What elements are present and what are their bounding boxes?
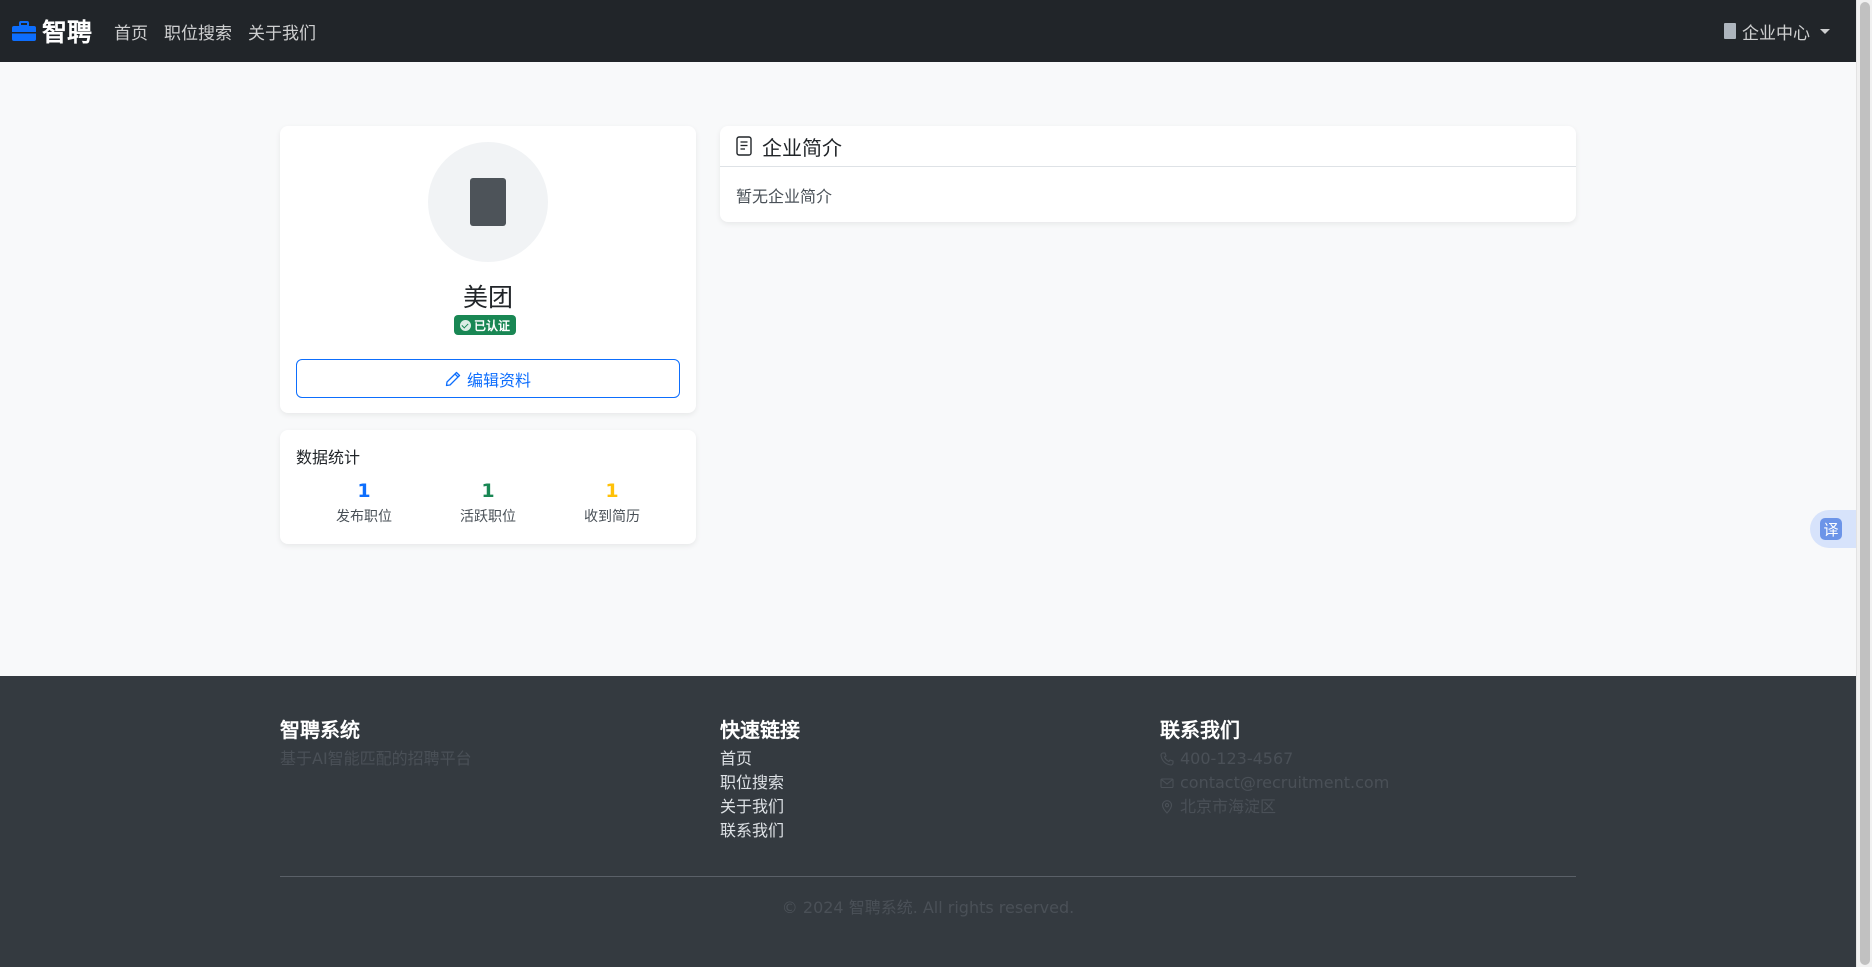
footer-link-job-search[interactable]: 职位搜索 (720, 771, 800, 795)
footer-email-text: contact@recruitment.com (1180, 773, 1390, 792)
footer-link-about[interactable]: 关于我们 (720, 795, 800, 819)
building-icon (470, 178, 506, 226)
footer-phone-text: 400-123-4567 (1180, 749, 1294, 768)
page-scrollbar[interactable] (1856, 0, 1872, 967)
nav-link-about[interactable]: 关于我们 (248, 19, 316, 44)
edit-profile-label: 编辑资料 (466, 370, 531, 390)
footer-about-title: 智聘系统 (280, 718, 360, 742)
edit-profile-button[interactable]: 编辑资料 (296, 359, 680, 398)
stat-label: 发布职位 (336, 509, 392, 525)
nav-links: 首页 职位搜索 关于我们 (114, 19, 316, 44)
translate-button[interactable]: 译 (1810, 510, 1856, 548)
stat-published-jobs: 1 发布职位 (296, 480, 432, 526)
company-profile-card: 美团 已认证 编辑资料 (280, 126, 696, 413)
footer-link-contact[interactable]: 联系我们 (720, 819, 800, 843)
footer-quick-links: 快速链接 首页 职位搜索 关于我们 联系我们 (720, 714, 800, 843)
footer-email: contact@recruitment.com (1160, 771, 1389, 795)
footer-links-title: 快速链接 (720, 718, 800, 742)
caret-down-icon (1820, 28, 1830, 34)
stats-card: 数据统计 1 发布职位 1 活跃职位 1 收到简历 (280, 430, 696, 544)
company-intro-card: 企业简介 暂无企业简介 (720, 126, 1576, 222)
stat-value: 1 (481, 480, 495, 502)
scrollbar-thumb[interactable] (1860, 2, 1870, 965)
footer-address: 北京市海淀区 (1160, 795, 1389, 819)
check-circle-icon (460, 319, 471, 331)
stat-label: 活跃职位 (460, 509, 516, 525)
top-navbar: 智聘 首页 职位搜索 关于我们 企业中心 (0, 0, 1856, 62)
brand-logo[interactable]: 智聘 (12, 13, 92, 49)
translate-icon: 译 (1820, 518, 1842, 540)
enterprise-center-label: 企业中心 (1742, 23, 1810, 44)
stat-value: 1 (357, 480, 371, 502)
copyright-text: © 2024 智聘系统. All rights reserved. (781, 898, 1075, 917)
pencil-icon (445, 371, 461, 386)
intro-body: 暂无企业简介 (736, 187, 833, 206)
footer-contact-title: 联系我们 (1160, 718, 1240, 742)
stat-received-resumes: 1 收到简历 (544, 480, 680, 526)
intro-title: 企业简介 (762, 135, 842, 160)
footer-link-home[interactable]: 首页 (720, 747, 800, 771)
footer-about: 智聘系统 基于AI智能匹配的招聘平台 (280, 714, 472, 771)
stat-value: 1 (605, 480, 619, 502)
briefcase-icon (12, 21, 36, 41)
verified-badge: 已认证 (454, 315, 517, 335)
enterprise-center-dropdown[interactable]: 企业中心 (1724, 19, 1844, 44)
footer-address-text: 北京市海淀区 (1180, 797, 1277, 816)
nav-link-home[interactable]: 首页 (114, 19, 148, 44)
footer-divider (280, 876, 1576, 877)
brand-name: 智聘 (42, 18, 93, 47)
footer-about-text: 基于AI智能匹配的招聘平台 (280, 749, 472, 768)
map-pin-icon (1161, 800, 1173, 814)
stats-title: 数据统计 (296, 448, 361, 467)
stat-label: 收到简历 (584, 509, 640, 525)
intro-header: 企业简介 (720, 126, 1576, 167)
company-name: 美团 (462, 283, 513, 312)
stat-active-jobs: 1 活跃职位 (420, 480, 556, 526)
building-icon (1724, 23, 1736, 39)
phone-icon (1160, 752, 1174, 766)
footer-contact: 联系我们 400-123-4567 contact@recruitment.co… (1160, 714, 1389, 819)
document-icon (736, 136, 752, 156)
nav-link-job-search[interactable]: 职位搜索 (164, 19, 232, 44)
footer: 智聘系统 基于AI智能匹配的招聘平台 快速链接 首页 职位搜索 关于我们 联系我… (0, 676, 1856, 967)
footer-phone: 400-123-4567 (1160, 747, 1389, 771)
envelope-icon (1160, 778, 1174, 789)
verified-label: 已认证 (474, 318, 511, 333)
company-avatar (428, 142, 548, 262)
